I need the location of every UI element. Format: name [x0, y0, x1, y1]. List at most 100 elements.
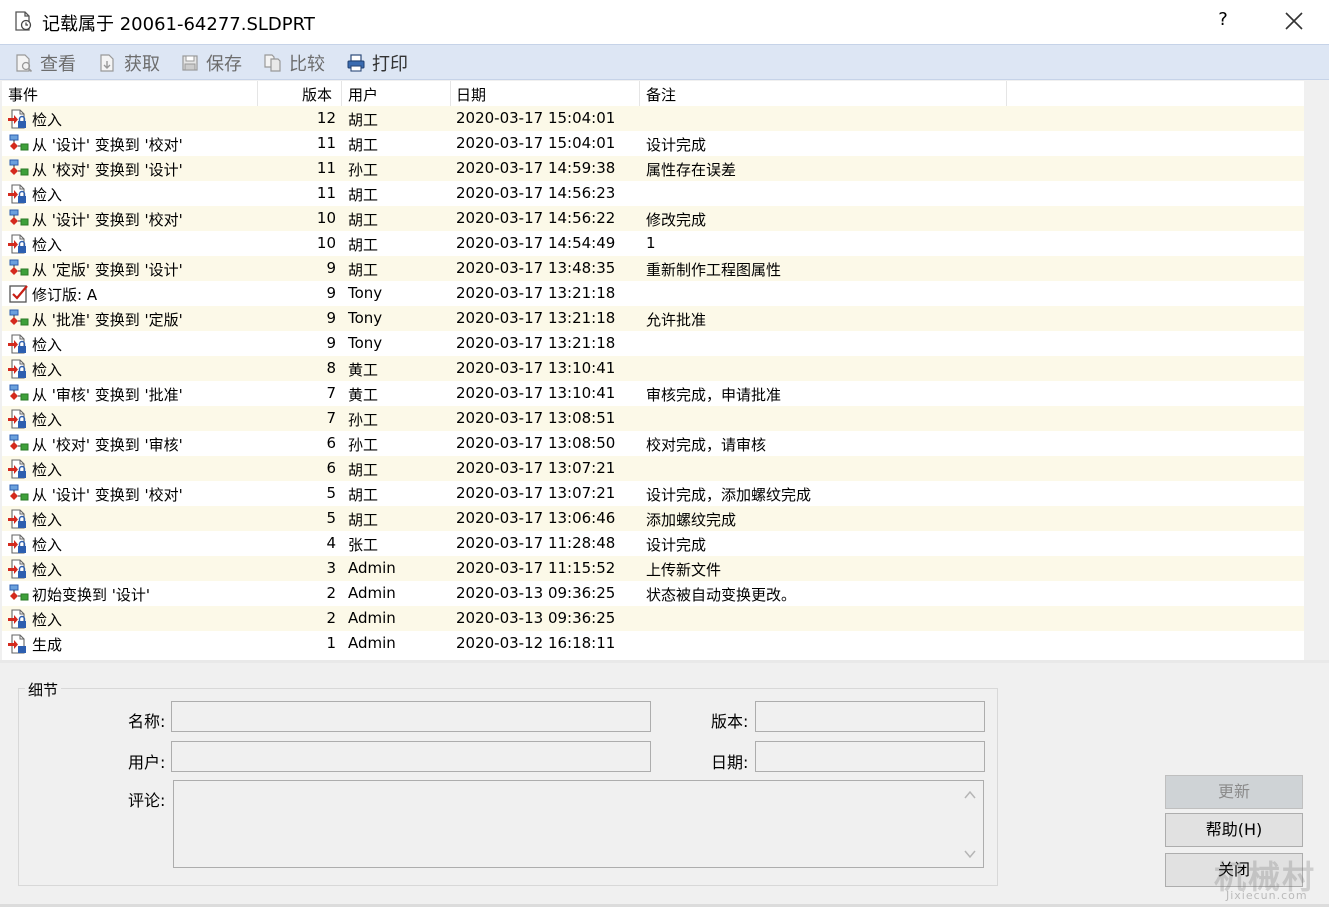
cell-date: 2020-03-17 13:07:21 — [456, 484, 616, 502]
checkin-icon — [8, 609, 30, 629]
date-field[interactable] — [755, 741, 985, 772]
cell-event: 从 '设计' 变换到 '校对' — [32, 136, 183, 154]
cell-date: 2020-03-17 14:56:23 — [456, 184, 616, 202]
table-row[interactable]: 从 '校对' 变换到 '审核' 6 孙工 2020-03-17 13:08:50 校对完… — [2, 431, 1304, 456]
comment-label: 评论: — [128, 791, 166, 810]
cell-version: 5 — [326, 484, 336, 502]
user-field[interactable] — [171, 741, 651, 772]
column-header-event[interactable]: 事件 — [8, 84, 38, 106]
table-row[interactable]: 检入 10 胡工 2020-03-17 14:54:49 1 — [2, 231, 1304, 256]
cell-note: 状态被自动变换更改。 — [646, 586, 797, 604]
column-header-note[interactable]: 备注 — [646, 84, 676, 106]
cell-date: 2020-03-13 09:36:25 — [456, 584, 616, 602]
cell-note: 校对完成，请审核 — [646, 436, 767, 454]
get-icon — [100, 54, 114, 72]
cell-note: 修改完成 — [646, 211, 707, 229]
cell-event: 从 '设计' 变换到 '校对' — [32, 486, 183, 504]
cell-version: 11 — [316, 134, 336, 152]
refresh-button[interactable]: 更新 — [1165, 775, 1303, 809]
comment-field[interactable] — [173, 780, 984, 868]
save-button[interactable]: 保存 — [180, 51, 242, 75]
cell-version: 9 — [326, 334, 336, 352]
cell-version: 9 — [326, 284, 336, 302]
get-label: 获取 — [124, 54, 160, 75]
table-row[interactable]: 检入 12 胡工 2020-03-17 15:04:01 — [2, 106, 1304, 131]
table-row[interactable]: 检入 2 Admin 2020-03-13 09:36:25 — [2, 606, 1304, 631]
column-header-date[interactable]: 日期 — [456, 84, 486, 106]
table-row[interactable]: 从 '设计' 变换到 '校对' 11 胡工 2020-03-17 15:04:01 设计… — [2, 131, 1304, 156]
help-icon[interactable]: ? — [1212, 9, 1234, 30]
scroll-down-icon — [964, 850, 976, 859]
table-row[interactable]: 检入 8 黄工 2020-03-17 13:10:41 — [2, 356, 1304, 381]
cell-user: Tony — [348, 309, 383, 327]
comment-scrollbar[interactable] — [957, 781, 983, 867]
cell-user: 胡工 — [348, 136, 379, 154]
cell-event: 从 '定版' 变换到 '设计' — [32, 261, 183, 279]
workflow-transition-icon — [8, 584, 30, 604]
workflow-transition-icon — [8, 434, 30, 454]
table-row[interactable]: 生成 1 Admin 2020-03-12 16:18:11 — [2, 631, 1304, 656]
list-divider — [0, 660, 1329, 663]
help-button[interactable]: 帮助(H) — [1165, 813, 1303, 847]
table-row[interactable]: 从 '定版' 变换到 '设计' 9 胡工 2020-03-17 13:48:35 重新制… — [2, 256, 1304, 281]
cell-event: 检入 — [32, 461, 63, 479]
table-row[interactable]: 从 '批准' 变换到 '定版' 9 Tony 2020-03-17 13:21:18 允… — [2, 306, 1304, 331]
cell-note: 重新制作工程图属性 — [646, 261, 782, 279]
name-field[interactable] — [171, 701, 651, 732]
column-header-version[interactable]: 版本 — [302, 84, 332, 106]
cell-date: 2020-03-17 13:21:18 — [456, 309, 616, 327]
cell-date: 2020-03-17 11:28:48 — [456, 534, 616, 552]
cell-user: Admin — [348, 559, 396, 577]
table-row[interactable]: 从 '校对' 变换到 '设计' 11 孙工 2020-03-17 14:59:38 属性… — [2, 156, 1304, 181]
table-row[interactable]: 检入 7 孙工 2020-03-17 13:08:51 — [2, 406, 1304, 431]
cell-event: 检入 — [32, 536, 63, 554]
checkin-icon — [8, 109, 30, 129]
cell-version: 3 — [326, 559, 336, 577]
column-header-user[interactable]: 用户 — [348, 84, 378, 106]
history-list[interactable]: 事件 版本 用户 日期 备注 检入 12 胡工 2020-03-17 15:04:01… — [2, 81, 1304, 661]
cell-event: 检入 — [32, 111, 63, 129]
cell-version: 7 — [326, 409, 336, 427]
cell-user: 胡工 — [348, 486, 379, 504]
table-row[interactable]: 从 '设计' 变换到 '校对' 10 胡工 2020-03-17 14:56:22 修改… — [2, 206, 1304, 231]
table-row[interactable]: 检入 3 Admin 2020-03-17 11:15:52 上传新文件 — [2, 556, 1304, 581]
cell-version: 11 — [316, 184, 336, 202]
cell-date: 2020-03-13 09:36:25 — [456, 609, 616, 627]
print-button[interactable]: 打印 — [346, 51, 408, 75]
checkin-icon — [8, 184, 30, 204]
compare-button[interactable]: 比较 — [263, 51, 325, 75]
table-row[interactable]: 从 '设计' 变换到 '校对' 5 胡工 2020-03-17 13:07:21 设计完… — [2, 481, 1304, 506]
cell-event: 从 '审核' 变换到 '批准' — [32, 386, 183, 404]
watermark-url: Jixiecun.com — [1226, 889, 1308, 902]
view-button[interactable]: 查看 — [14, 51, 76, 75]
cell-user: 胡工 — [348, 111, 379, 129]
workflow-transition-icon — [8, 259, 30, 279]
cell-note: 添加螺纹完成 — [646, 511, 737, 529]
version-field[interactable] — [755, 701, 985, 732]
user-label: 用户: — [128, 753, 166, 772]
table-row[interactable]: 检入 9 Tony 2020-03-17 13:21:18 — [2, 331, 1304, 356]
close-icon[interactable] — [1281, 8, 1307, 34]
cell-date: 2020-03-12 16:18:11 — [456, 634, 616, 652]
revision-check-icon — [8, 284, 30, 304]
compare-label: 比较 — [289, 54, 325, 75]
list-header: 事件 版本 用户 日期 备注 — [2, 81, 1304, 106]
table-row[interactable]: 初始变换到 '设计' 2 Admin 2020-03-13 09:36:25 状态被自动… — [2, 581, 1304, 606]
table-row[interactable]: 检入 5 胡工 2020-03-17 13:06:46 添加螺纹完成 — [2, 506, 1304, 531]
cell-event: 修订版: A — [32, 286, 98, 304]
version-label: 版本: — [711, 712, 749, 731]
table-row[interactable]: 检入 6 胡工 2020-03-17 13:07:21 — [2, 456, 1304, 481]
table-row[interactable]: 检入 4 张工 2020-03-17 11:28:48 设计完成 — [2, 531, 1304, 556]
checkin-icon — [8, 559, 30, 579]
cell-date: 2020-03-17 11:15:52 — [456, 559, 616, 577]
cell-note: 1 — [646, 234, 656, 252]
scroll-up-icon — [964, 790, 976, 799]
table-row[interactable]: 检入 11 胡工 2020-03-17 14:56:23 — [2, 181, 1304, 206]
get-button[interactable]: 获取 — [98, 51, 160, 75]
cell-date: 2020-03-17 13:08:51 — [456, 409, 616, 427]
table-row[interactable]: 从 '审核' 变换到 '批准' 7 黄工 2020-03-17 13:10:41 审核完… — [2, 381, 1304, 406]
cell-event: 生成 — [32, 636, 63, 654]
cell-note: 设计完成，添加螺纹完成 — [646, 486, 812, 504]
cell-event: 从 '校对' 变换到 '审核' — [32, 436, 183, 454]
table-row[interactable]: 修订版: A 9 Tony 2020-03-17 13:21:18 — [2, 281, 1304, 306]
